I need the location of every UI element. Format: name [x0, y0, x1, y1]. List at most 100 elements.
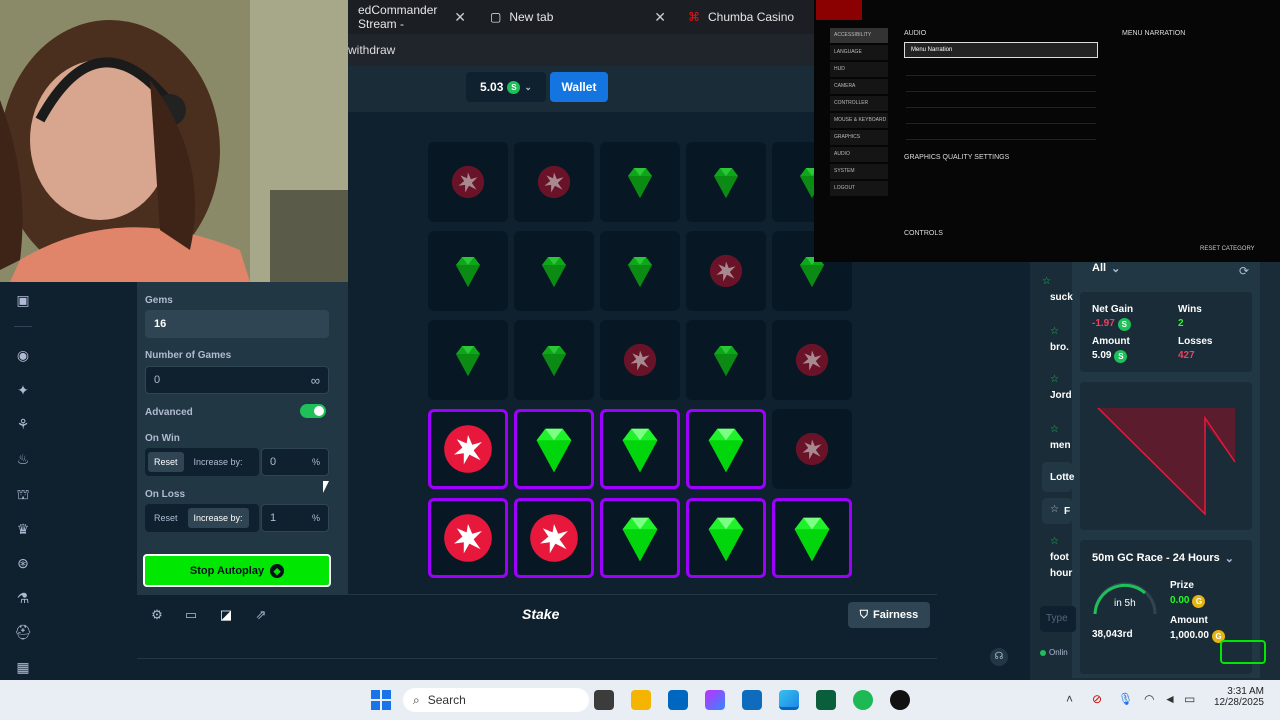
microphone-icon[interactable]: 🎙 [1118, 692, 1133, 706]
refresh-icon[interactable]: ⟳ [1239, 264, 1249, 278]
outlook-icon[interactable] [742, 690, 762, 710]
mine-tile[interactable] [686, 320, 766, 400]
terminal-icon[interactable] [816, 690, 836, 710]
sparkle-icon[interactable]: ✦ [14, 381, 32, 399]
theatre-mode-icon[interactable]: ▭ [184, 608, 198, 622]
chat-name[interactable]: Lotte [1050, 472, 1074, 483]
mine-tile[interactable] [686, 498, 766, 578]
chat-input[interactable]: Type [1040, 606, 1076, 632]
file-explorer-icon[interactable] [631, 690, 651, 710]
store-icon[interactable] [668, 690, 688, 710]
infinity-icon[interactable]: ∞ [311, 373, 320, 388]
overlay-nav-item[interactable]: CONTROLLER [830, 96, 888, 111]
tab-chumba[interactable]: ⌘ Chumba Casino [678, 0, 814, 34]
advanced-toggle[interactable] [300, 404, 326, 418]
overlay-nav-item[interactable]: AUDIO [830, 147, 888, 162]
overlay-nav-item[interactable]: GRAPHICS [830, 130, 888, 145]
hat-icon[interactable]: ⛑ [14, 623, 32, 641]
on-win-input[interactable]: 0 % [261, 448, 329, 476]
slots-icon[interactable]: ⚘ [14, 415, 32, 433]
on-loss-input[interactable]: 1 % [261, 504, 329, 532]
mine-tile[interactable] [428, 231, 508, 311]
menu-narration-row[interactable]: Menu Narration [904, 42, 1098, 58]
chip-icon[interactable]: ⊛ [14, 554, 32, 572]
security-icon[interactable]: ⊘ [1092, 692, 1102, 706]
balance-dropdown[interactable]: 5.03 S ⌄ [466, 72, 546, 102]
joystick-icon[interactable]: ⛫ [14, 485, 32, 503]
mine-tile[interactable] [428, 142, 508, 222]
chat-name[interactable]: F [1064, 506, 1070, 517]
wallet-button[interactable]: Wallet [550, 72, 608, 102]
settings-icon[interactable]: ⚙ [150, 608, 164, 622]
mine-tile[interactable] [686, 231, 766, 311]
tab-stream[interactable]: edCommander Stream - ✕ [348, 0, 476, 34]
fire-icon[interactable]: ♨ [14, 450, 32, 468]
coin-icon[interactable]: ◉ [14, 346, 32, 364]
mine-tile[interactable] [428, 320, 508, 400]
chat-send-button[interactable] [1220, 640, 1266, 664]
overlay-nav-item[interactable]: CAMERA [830, 79, 888, 94]
race-dropdown[interactable]: 50m GC Race - 24 Hours ⌄ [1092, 552, 1234, 565]
close-icon[interactable]: ✕ [654, 9, 666, 26]
mine-tile[interactable] [686, 142, 766, 222]
mine-tile[interactable] [514, 409, 594, 489]
setting-row[interactable] [906, 96, 1096, 108]
on-win-reset-button[interactable]: Reset [148, 452, 184, 472]
tab-new-tab[interactable]: ▢ New tab ✕ [480, 0, 676, 34]
flask-icon[interactable]: ⚗ [14, 589, 32, 607]
share-icon[interactable]: ⇗ [254, 608, 268, 622]
task-view-icon[interactable] [594, 690, 614, 710]
on-win-increase-button[interactable]: Increase by: [188, 452, 249, 472]
windows-start-icon[interactable] [371, 690, 391, 710]
mine-tile[interactable] [600, 320, 680, 400]
battery-icon[interactable]: ▭ [1184, 692, 1195, 706]
on-loss-reset-button[interactable]: Reset [148, 508, 184, 528]
mine-tile[interactable] [514, 231, 594, 311]
mine-tile[interactable] [514, 498, 594, 578]
mine-tile[interactable] [600, 231, 680, 311]
overlay-nav-item[interactable]: LANGUAGE [830, 45, 888, 60]
overlay-nav-item[interactable]: SYSTEM [830, 164, 888, 179]
gems-input[interactable]: 16 [145, 310, 329, 338]
close-icon[interactable]: ✕ [454, 9, 466, 26]
number-of-games-input[interactable]: 0 ∞ [145, 366, 329, 394]
chat-name[interactable]: men [1050, 440, 1071, 451]
crown-icon[interactable]: ♛ [14, 520, 32, 538]
edge-icon[interactable] [779, 690, 799, 710]
setting-row[interactable] [906, 64, 1096, 76]
mine-tile[interactable] [428, 409, 508, 489]
overlay-nav-item[interactable]: HUD [830, 62, 888, 77]
spotify-icon[interactable] [853, 690, 873, 710]
mine-tile[interactable] [514, 142, 594, 222]
chat-name[interactable]: bro. [1050, 342, 1069, 353]
mine-tile[interactable] [600, 498, 680, 578]
fairness-button[interactable]: ⛉ Fairness [848, 602, 930, 628]
on-loss-increase-button[interactable]: Increase by: [187, 508, 249, 528]
setting-row[interactable] [906, 128, 1096, 140]
casino-icon[interactable]: ▣ [14, 291, 32, 309]
overlay-nav-item[interactable]: LOGOUT [830, 181, 888, 196]
reset-category-button[interactable]: RESET CATEGORY [1200, 246, 1255, 252]
mine-tile[interactable] [772, 498, 852, 578]
mine-tile[interactable] [772, 409, 852, 489]
stats-icon[interactable]: ◪ [219, 608, 233, 622]
setting-row[interactable] [906, 112, 1096, 124]
obs-icon[interactable] [890, 690, 910, 710]
grid-icon[interactable]: ▦ [14, 658, 32, 676]
taskbar-search[interactable]: ⌕ Search [403, 688, 589, 712]
volume-icon[interactable]: ◄ [1164, 692, 1176, 706]
stats-filter[interactable]: All ⌄ [1092, 262, 1120, 275]
wifi-icon[interactable]: ◠ [1144, 692, 1154, 706]
mine-tile[interactable] [600, 409, 680, 489]
overlay-nav-item[interactable]: MOUSE & KEYBOARD [830, 113, 888, 128]
chevron-up-icon[interactable]: ˄ [1066, 692, 1073, 706]
chat-name[interactable]: foot [1050, 552, 1069, 563]
chat-name[interactable]: suck [1050, 292, 1073, 303]
stop-autoplay-button[interactable]: Stop Autoplay ◆ [143, 554, 331, 587]
mine-tile[interactable] [514, 320, 594, 400]
copilot-icon[interactable] [705, 690, 725, 710]
mine-tile[interactable] [600, 142, 680, 222]
clock[interactable]: 3:31 AM 12/28/2025 [1210, 686, 1264, 708]
mine-tile[interactable] [772, 320, 852, 400]
setting-row[interactable] [906, 80, 1096, 92]
